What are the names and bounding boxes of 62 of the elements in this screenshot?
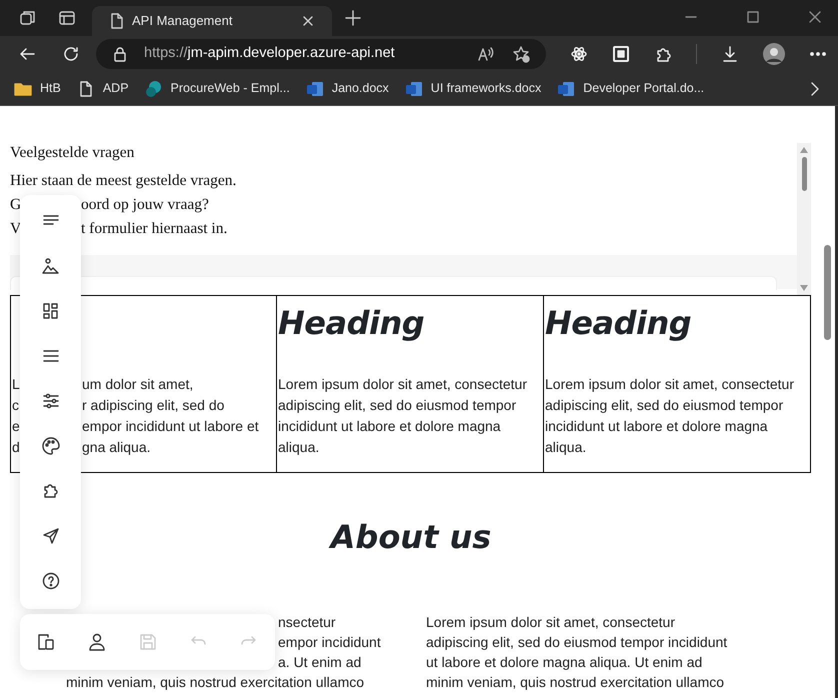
heading: Heading <box>545 303 692 344</box>
faq-title: Veelgestelde vragen <box>10 143 136 163</box>
heading: Heading <box>278 303 424 344</box>
maximize-icon[interactable] <box>746 10 760 24</box>
body-text: Lorem ipsum dolor sit amet, consectetur <box>426 613 676 632</box>
body-text: empor incididunt <box>278 633 381 652</box>
document-icon <box>557 80 576 98</box>
body-text: adipiscing elit, sed do eiusmod tempor incididunt <box>426 633 728 652</box>
devices-icon[interactable] <box>36 632 56 652</box>
refresh-icon[interactable] <box>62 45 80 63</box>
bookmark[interactable]: ProcureWeb - Empl... <box>138 79 296 98</box>
address-bar[interactable]: https://jm-apim.developer.azure-api.net <box>96 39 546 69</box>
body-text: Lorem ipsum dolor sit amet, consectetur adipiscing elit, sed do eiusmod tempor incididunt ut labore et dolore magna aliqua. <box>278 375 528 457</box>
body-text: gna aliqua. <box>82 438 151 457</box>
palette-icon[interactable] <box>40 436 60 456</box>
body-text: a. Ut enim ad <box>278 653 362 672</box>
read-aloud-icon[interactable] <box>476 45 494 63</box>
atom-icon[interactable] <box>570 45 588 63</box>
browser-tab[interactable]: API Management <box>92 6 332 36</box>
bookmark[interactable]: ADP <box>70 79 135 98</box>
workspaces-icon[interactable] <box>18 9 36 27</box>
square-icon[interactable] <box>612 45 630 63</box>
tab-title: API Management <box>132 12 234 30</box>
lock-icon <box>112 46 128 62</box>
avatar-icon[interactable] <box>763 43 785 65</box>
faq-text: t formulier hiernaast in. <box>81 219 228 239</box>
body-text: c <box>12 397 19 413</box>
section-title: About us <box>330 517 492 558</box>
body-text: ut labore et dolore magna aliqua. Ut enim ad <box>426 653 704 672</box>
body-text: e <box>12 418 20 434</box>
body-text: nsectetur <box>278 613 336 632</box>
close-icon[interactable] <box>808 10 822 24</box>
document-icon <box>404 80 423 98</box>
favorite-add-icon[interactable] <box>512 45 530 63</box>
body-text: empor incididunt ut labore et <box>82 417 259 436</box>
image-icon[interactable] <box>40 256 60 276</box>
body-text: r adipiscing elit, sed do <box>82 396 224 415</box>
body-text: minim veniam, quis nostrud exercitation ullamco <box>426 673 726 692</box>
bookmark[interactable]: UI frameworks.docx <box>398 79 548 98</box>
document-icon <box>306 80 324 98</box>
body-text: L <box>12 376 20 392</box>
help-icon[interactable] <box>40 571 60 591</box>
body-text: um dolor sit amet, <box>82 375 194 394</box>
bookmark[interactable]: Developer Portal.do... <box>551 79 710 98</box>
faq-text: Hier staan de meest gestelde vragen. <box>10 171 236 191</box>
faq-text: G <box>10 196 22 213</box>
tab-view-icon[interactable] <box>58 9 76 27</box>
send-icon[interactable] <box>40 526 60 546</box>
sharepoint-icon <box>144 80 163 98</box>
url-text: https://jm-apim.developer.azure-api.net <box>144 44 395 64</box>
bookmark[interactable]: Jano.docx <box>300 79 395 98</box>
bookmark[interactable]: HtB <box>8 79 67 98</box>
body-text: d <box>12 439 20 455</box>
faq-text: V <box>10 220 22 237</box>
person-icon[interactable] <box>86 632 107 652</box>
download-icon[interactable] <box>721 45 739 63</box>
new-tab-icon[interactable] <box>344 9 362 27</box>
body-text: minim veniam, quis nostrud exercitation ullamco <box>66 673 364 692</box>
layout-icon[interactable] <box>40 301 60 321</box>
faq-text: oord op jouw vraag? <box>81 195 209 215</box>
body-text: Lorem ipsum dolor sit amet, consectetur adipiscing elit, sed do eiusmod tempor incididunt ut labore et dolore magna aliqua. <box>545 375 795 457</box>
sliders-icon[interactable] <box>40 391 60 411</box>
